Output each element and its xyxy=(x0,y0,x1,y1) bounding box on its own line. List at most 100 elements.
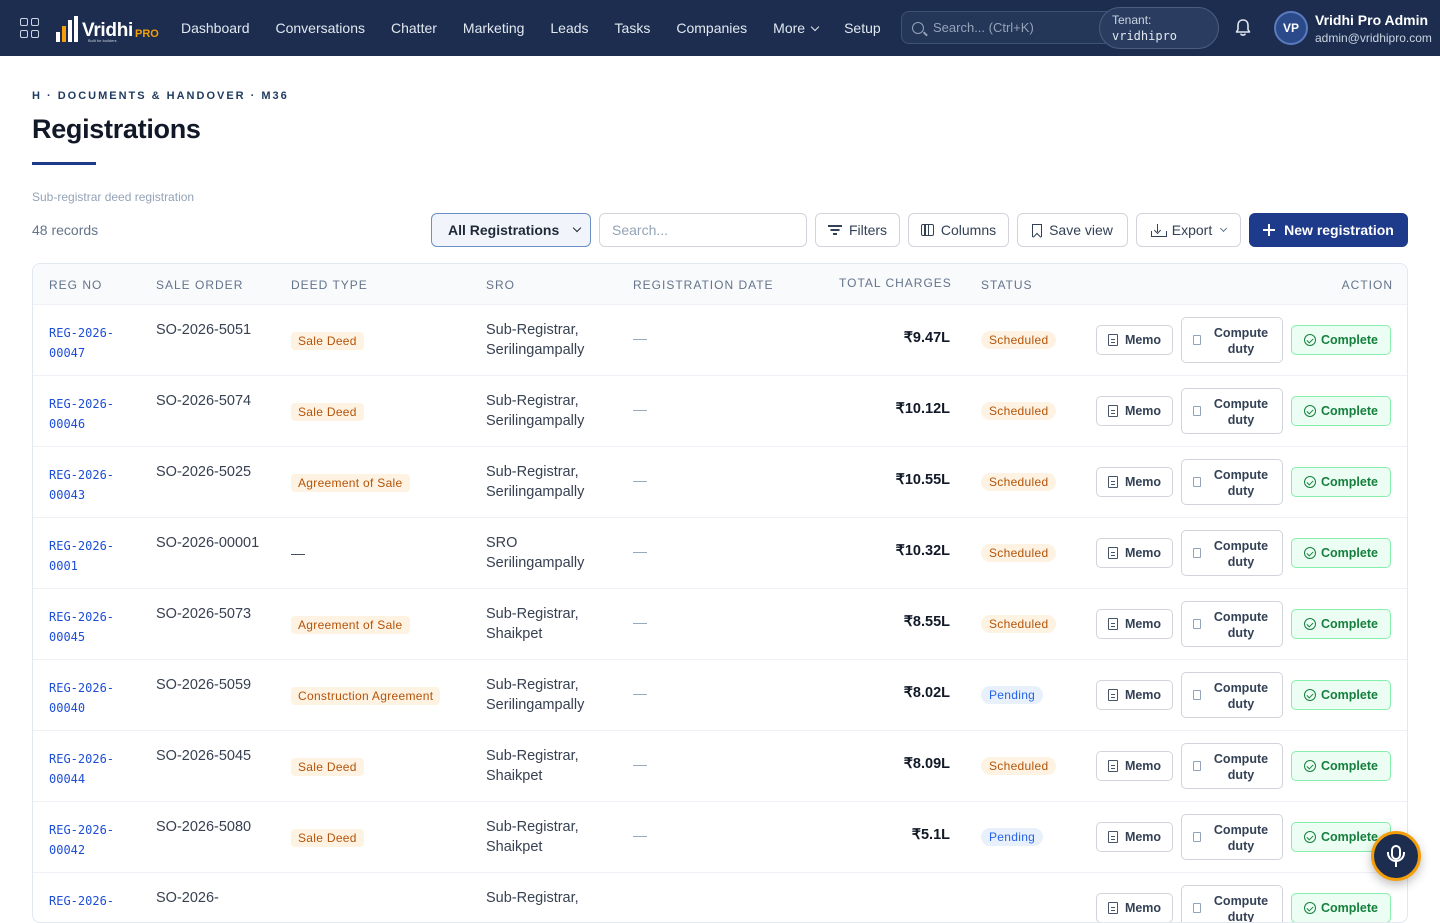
voice-assistant-button[interactable] xyxy=(1371,831,1421,881)
deed-type-cell: Sale Deed xyxy=(291,332,364,350)
table-search[interactable] xyxy=(599,213,807,247)
nav-conversations[interactable]: Conversations xyxy=(276,20,366,36)
deed-type-cell: Sale Deed xyxy=(291,403,364,421)
nav-chatter[interactable]: Chatter xyxy=(391,20,437,36)
total-charges: ₹5.1L xyxy=(911,827,950,843)
view-select[interactable]: All Registrations xyxy=(431,213,591,247)
nav-dashboard[interactable]: Dashboard xyxy=(181,20,250,36)
complete-button[interactable]: Complete xyxy=(1291,680,1391,710)
table-row[interactable]: REG-2026-00046 SO-2026-5074 Sale Deed Su… xyxy=(33,376,1407,447)
new-registration-button[interactable]: New registration xyxy=(1249,213,1408,247)
compute-duty-button[interactable]: Compute duty xyxy=(1181,459,1283,505)
page-subtitle: Sub-registrar deed registration xyxy=(32,190,195,204)
complete-button[interactable]: Complete xyxy=(1291,609,1391,639)
sro: Sub-Registrar, Serilingampally xyxy=(486,464,585,500)
table-row[interactable]: REG-2026- SO-2026- Sub-Registrar, Memo C… xyxy=(33,873,1407,923)
complete-label: Complete xyxy=(1321,759,1378,773)
global-search[interactable] xyxy=(901,11,1131,44)
bell-icon[interactable] xyxy=(1234,18,1252,37)
reg-no-link[interactable]: REG-2026-00044 xyxy=(49,749,139,789)
table-row[interactable]: REG-2026-00045 SO-2026-5073 Agreement of… xyxy=(33,589,1407,660)
total-charges: ₹8.02L xyxy=(903,685,950,701)
complete-button[interactable]: Complete xyxy=(1291,893,1391,922)
col-reg-no[interactable]: REG NO xyxy=(49,278,102,292)
save-view-label: Save view xyxy=(1049,222,1113,238)
view-select-value: All Registrations xyxy=(448,222,560,238)
reg-no-link[interactable]: REG-2026-00046 xyxy=(49,394,139,434)
app-launcher-grid-icon[interactable] xyxy=(20,18,40,38)
table-row[interactable]: REG-2026-00042 SO-2026-5080 Sale Deed Su… xyxy=(33,802,1407,873)
complete-button[interactable]: Complete xyxy=(1291,751,1391,781)
memo-button[interactable]: Memo xyxy=(1096,680,1173,710)
compute-duty-button[interactable]: Compute duty xyxy=(1181,601,1283,647)
nav-tasks[interactable]: Tasks xyxy=(615,20,651,36)
chevron-down-icon xyxy=(1220,224,1228,233)
complete-button[interactable]: Complete xyxy=(1291,467,1391,497)
global-search-input[interactable] xyxy=(933,20,1103,35)
complete-button[interactable]: Complete xyxy=(1291,396,1391,426)
user-name[interactable]: Vridhi Pro Admin xyxy=(1315,12,1428,28)
deed-type-cell: Sale Deed xyxy=(291,829,364,847)
memo-button[interactable]: Memo xyxy=(1096,325,1173,355)
col-total-charges[interactable]: TOTAL CHARGES xyxy=(839,276,952,290)
table-row[interactable]: REG-2026-00044 SO-2026-5045 Sale Deed Su… xyxy=(33,731,1407,802)
nav-more[interactable]: More xyxy=(773,20,820,36)
status-badge: Scheduled xyxy=(981,331,1057,349)
export-button[interactable]: Export xyxy=(1136,213,1241,247)
compute-duty-button[interactable]: Compute duty xyxy=(1181,743,1283,789)
deed-type-badge: Sale Deed xyxy=(291,332,364,350)
tenant-label: Tenant: xyxy=(1112,13,1152,27)
table-row[interactable]: REG-2026-00043 SO-2026-5025 Agreement of… xyxy=(33,447,1407,518)
complete-button[interactable]: Complete xyxy=(1291,325,1391,355)
complete-label: Complete xyxy=(1321,546,1378,560)
col-sale-order[interactable]: SALE ORDER xyxy=(156,278,243,292)
col-status[interactable]: STATUS xyxy=(981,278,1033,292)
nav-companies[interactable]: Companies xyxy=(676,20,747,36)
memo-button[interactable]: Memo xyxy=(1096,751,1173,781)
avatar[interactable]: VP xyxy=(1274,11,1308,45)
deed-type-badge: Agreement of Sale xyxy=(291,616,410,634)
memo-button[interactable]: Memo xyxy=(1096,609,1173,639)
reg-no-link[interactable]: REG-2026-00047 xyxy=(49,323,139,363)
reg-no-link[interactable]: REG-2026- xyxy=(49,891,139,911)
compute-duty-button[interactable]: Compute duty xyxy=(1181,388,1283,434)
filters-button[interactable]: Filters xyxy=(815,213,900,247)
table-row[interactable]: REG-2026-0001 SO-2026-00001 — SRO Serili… xyxy=(33,518,1407,589)
col-deed-type[interactable]: DEED TYPE xyxy=(291,278,368,292)
reg-no-link[interactable]: REG-2026-00040 xyxy=(49,678,139,718)
microphone-arc xyxy=(1387,852,1405,862)
table-row[interactable]: REG-2026-00047 SO-2026-5051 Sale Deed Su… xyxy=(33,305,1407,376)
sro: Sub-Registrar, Shaikpet xyxy=(486,606,579,642)
sale-order: SO-2026-5080 xyxy=(156,819,252,835)
reg-no-link[interactable]: REG-2026-00043 xyxy=(49,465,139,505)
reg-no-link[interactable]: REG-2026-00045 xyxy=(49,607,139,647)
compute-duty-button[interactable]: Compute duty xyxy=(1181,530,1283,576)
col-registration-date[interactable]: REGISTRATION DATE xyxy=(633,278,774,292)
compute-duty-label: Compute duty xyxy=(1213,894,1269,923)
table-search-input[interactable] xyxy=(612,222,792,238)
brand-logo[interactable]: Vridhi PRO Built for builders xyxy=(56,14,159,43)
compute-duty-button[interactable]: Compute duty xyxy=(1181,317,1283,363)
compute-duty-button[interactable]: Compute duty xyxy=(1181,672,1283,718)
nav-marketing[interactable]: Marketing xyxy=(463,20,524,36)
col-sro[interactable]: SRO xyxy=(486,278,515,292)
nav-leads[interactable]: Leads xyxy=(550,20,588,36)
memo-button[interactable]: Memo xyxy=(1096,893,1173,922)
status-cell: Scheduled xyxy=(981,757,1057,775)
memo-button[interactable]: Memo xyxy=(1096,396,1173,426)
reg-no-link[interactable]: REG-2026-0001 xyxy=(49,536,139,576)
memo-button[interactable]: Memo xyxy=(1096,467,1173,497)
memo-button[interactable]: Memo xyxy=(1096,822,1173,852)
complete-button[interactable]: Complete xyxy=(1291,538,1391,568)
columns-button[interactable]: Columns xyxy=(908,213,1009,247)
status-cell: Pending xyxy=(981,828,1044,846)
tenant-switcher[interactable]: Tenant: vridhipro xyxy=(1099,7,1219,49)
memo-button[interactable]: Memo xyxy=(1096,538,1173,568)
compute-duty-button[interactable]: Compute duty xyxy=(1181,814,1283,860)
nav-setup[interactable]: Setup xyxy=(844,20,881,36)
table-row[interactable]: REG-2026-00040 SO-2026-5059 Construction… xyxy=(33,660,1407,731)
reg-no-link[interactable]: REG-2026-00042 xyxy=(49,820,139,860)
complete-label: Complete xyxy=(1321,475,1378,489)
save-view-button[interactable]: Save view xyxy=(1017,213,1128,247)
compute-duty-button[interactable]: Compute duty xyxy=(1181,885,1283,923)
